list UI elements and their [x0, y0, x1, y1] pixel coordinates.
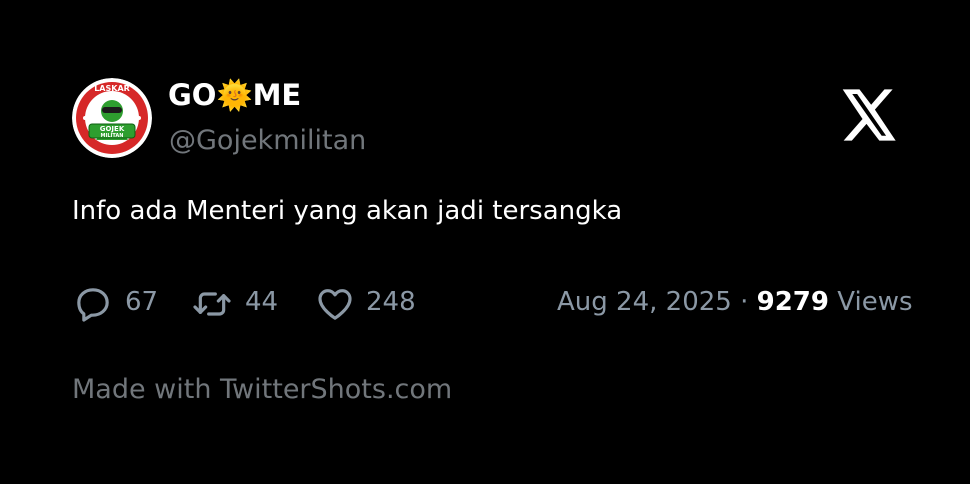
views-label: Views	[837, 287, 913, 317]
reply-count: 67	[125, 287, 159, 317]
retweet-count: 44	[245, 287, 279, 317]
heart-icon	[318, 289, 352, 320]
gojek-militan-logo-icon: LASKAR GOJEK MILITAN	[72, 78, 152, 158]
tweet-text: Info ada Menteri yang akan jadi tersangk…	[72, 196, 623, 226]
tweet-card: LASKAR GOJEK MILITAN GO🌞ME @Gojekmilitan…	[0, 0, 970, 484]
retweet-icon	[193, 292, 231, 316]
avatar-badge-line2: MILITAN	[101, 133, 124, 139]
footer-credit: Made with TwitterShots.com	[72, 374, 453, 405]
x-logo-icon[interactable]	[842, 89, 898, 141]
meta-separator: ·	[740, 287, 749, 317]
like-button[interactable]: 248	[314, 280, 424, 328]
reply-icon	[77, 288, 109, 322]
display-name[interactable]: GO🌞ME	[168, 78, 301, 113]
avatar-badge-line1: GOJEK	[100, 125, 125, 133]
like-count: 248	[366, 287, 416, 317]
tweet-date[interactable]: Aug 24, 2025	[557, 287, 732, 317]
views-count: 9279	[756, 287, 829, 317]
avatar-top-text: LASKAR	[94, 84, 130, 93]
reply-button[interactable]: 67	[72, 280, 162, 328]
user-handle[interactable]: @Gojekmilitan	[169, 125, 366, 156]
avatar[interactable]: LASKAR GOJEK MILITAN	[72, 78, 152, 158]
tweet-meta: Aug 24, 2025 · 9279 Views	[557, 287, 913, 317]
retweet-button[interactable]: 44	[189, 280, 284, 328]
